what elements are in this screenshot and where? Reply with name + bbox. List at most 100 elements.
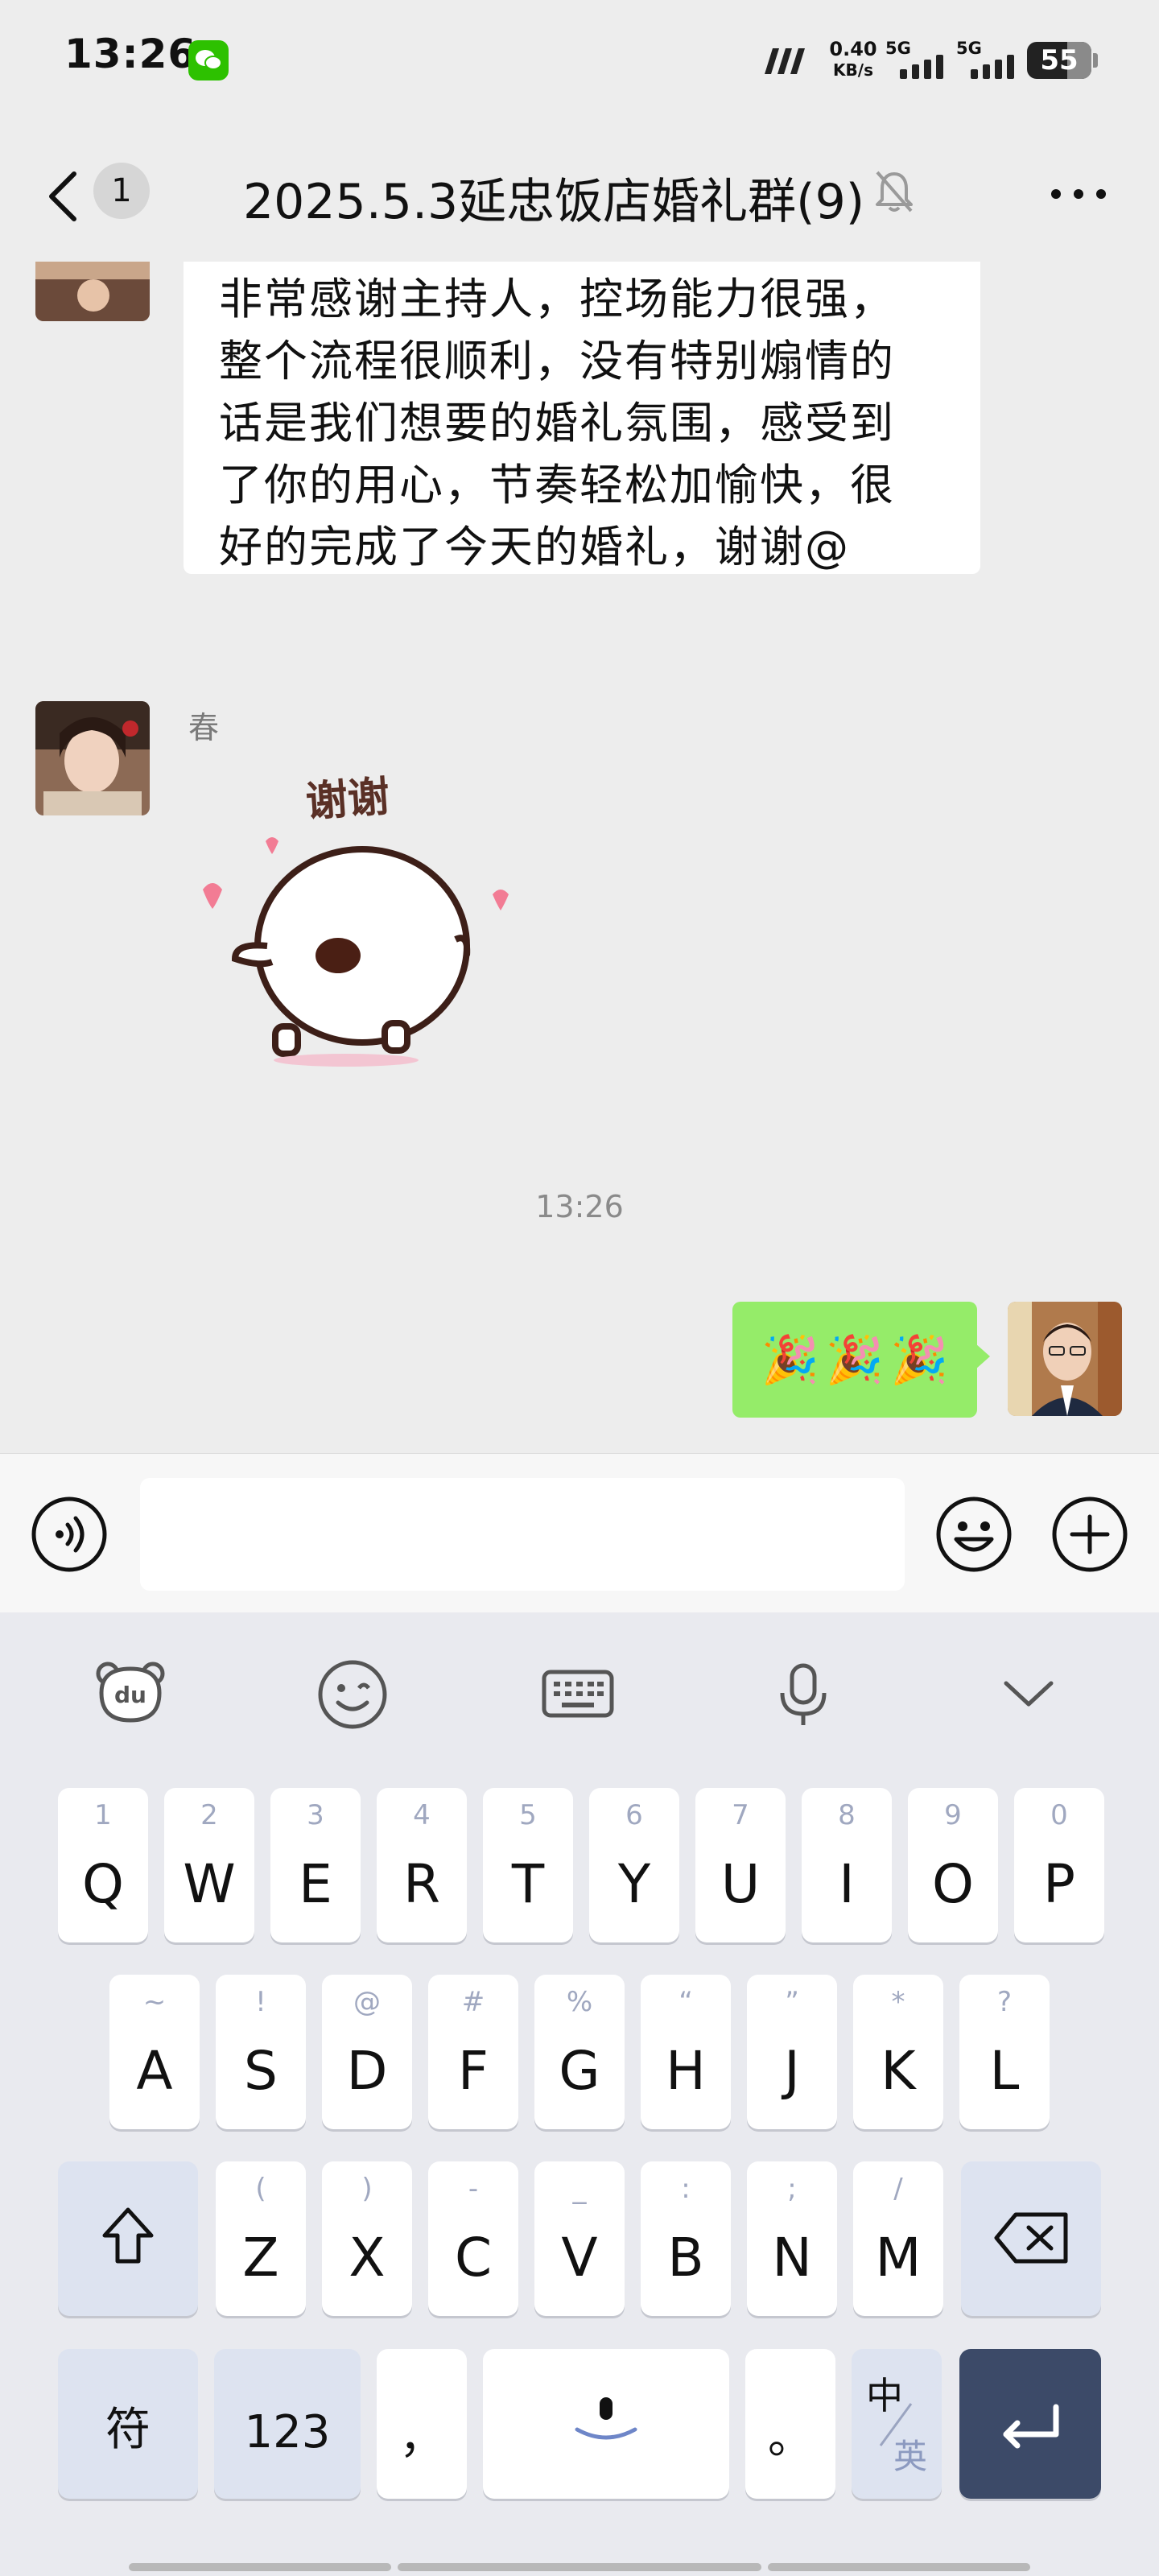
key-u[interactable]: 7U: [695, 1788, 786, 1942]
sender-name: 春: [188, 710, 220, 745]
key-label: H: [666, 2040, 706, 2102]
enter-icon: [1003, 2404, 1059, 2449]
my-avatar[interactable]: [1008, 1302, 1122, 1416]
more-options-icon[interactable]: [1046, 174, 1111, 214]
key-q[interactable]: 1Q: [58, 1788, 148, 1942]
numbers-key[interactable]: 123: [214, 2349, 361, 2499]
key-hint: ”: [785, 1986, 799, 2018]
key-hint: ?: [996, 1986, 1013, 2018]
sender-avatar[interactable]: [35, 701, 150, 815]
key-s[interactable]: ! S: [216, 1975, 306, 2129]
key-o[interactable]: 9O: [908, 1788, 998, 1942]
key-hint: :: [681, 2173, 691, 2205]
emoji-panel-icon[interactable]: [312, 1653, 393, 1733]
message-line: 话是我们想要的婚礼氛围，感受到: [219, 398, 895, 448]
message-list[interactable]: 非常感谢主持人，控场能力很强， 整个流程很顺利，没有特别煽情的 话是我们想要的婚…: [0, 262, 1159, 1453]
key-k[interactable]: * K: [853, 1975, 943, 2129]
key-label: B: [667, 2227, 704, 2289]
key-c[interactable]: -C: [428, 2161, 518, 2316]
key-label: L: [989, 2040, 1020, 2102]
wechat-notification-icon: [188, 40, 229, 80]
period-key-label: 。: [768, 2412, 813, 2464]
voice-input-icon[interactable]: [31, 1496, 108, 1573]
backspace-key[interactable]: [961, 2161, 1101, 2316]
chat-header: 1 2025.5.3延忠饭店婚礼群(9): [0, 121, 1159, 262]
message-input[interactable]: [140, 1478, 905, 1591]
battery-tip: [1093, 53, 1098, 68]
thanks-sticker[interactable]: 谢谢: [193, 753, 531, 1364]
key-label: A: [136, 2040, 173, 2102]
key-f[interactable]: # F: [428, 1975, 518, 2129]
network-speed-value: 0.40: [829, 38, 877, 60]
mute-bell-icon: [876, 171, 913, 213]
sender-avatar[interactable]: [35, 262, 150, 321]
key-t[interactable]: 5T: [483, 1788, 573, 1942]
key-hint: 8: [838, 1799, 856, 1831]
message-text: 非常感谢主持人，控场能力很强， 整个流程很顺利，没有特别煽情的 话是我们想要的婚…: [219, 268, 967, 578]
key-label: E: [299, 1853, 332, 1915]
key-d[interactable]: @ D: [322, 1975, 412, 2129]
key-label: I: [839, 1853, 855, 1915]
baidu-bear-icon[interactable]: du: [90, 1653, 171, 1733]
key-label: R: [403, 1853, 440, 1915]
microphone-icon[interactable]: [763, 1653, 843, 1733]
message-line: 好的完成了今天的婚礼，谢谢@: [219, 522, 850, 572]
language-switch-key[interactable]: 中 英: [852, 2349, 942, 2499]
plus-icon[interactable]: [1051, 1496, 1128, 1573]
key-b[interactable]: :B: [641, 2161, 731, 2316]
key-label: X: [349, 2227, 386, 2289]
shift-key[interactable]: [58, 2161, 198, 2316]
key-j[interactable]: ” J: [747, 1975, 837, 2129]
sent-message-bubble[interactable]: 🎉 🎉 🎉: [732, 1302, 990, 1418]
key-r[interactable]: 4R: [377, 1788, 467, 1942]
comma-key[interactable]: ，: [377, 2349, 467, 2499]
key-e[interactable]: 3E: [270, 1788, 361, 1942]
key-y[interactable]: 6Y: [589, 1788, 679, 1942]
symbols-key[interactable]: 符: [58, 2349, 198, 2499]
backspace-icon: [994, 2212, 1068, 2264]
key-hint: 0: [1050, 1799, 1068, 1831]
key-hint: @: [353, 1986, 381, 2018]
key-n[interactable]: ; N: [747, 2161, 837, 2316]
key-hint: %: [566, 1986, 593, 2018]
status-bar: 13:26 0.40 KB/s 5G 5G 55: [0, 0, 1159, 121]
key-hint: ): [361, 2173, 373, 2205]
key-label: F: [458, 2040, 489, 2102]
chat-title[interactable]: 2025.5.3延忠饭店婚礼群(9): [243, 163, 864, 233]
unread-count-badge[interactable]: 1: [93, 163, 150, 219]
key-hint: -: [468, 2173, 479, 2205]
key-hint: !: [255, 1986, 266, 2018]
sim2-signal-icon: 5G: [956, 39, 1021, 82]
home-indicator: [398, 2563, 761, 2571]
key-i[interactable]: 8I: [802, 1788, 892, 1942]
key-label: J: [784, 2040, 800, 2102]
keyboard-layout-icon[interactable]: [538, 1653, 618, 1733]
key-label: T: [511, 1853, 545, 1915]
numbers-key-label: 123: [244, 2406, 331, 2458]
period-key[interactable]: 。: [745, 2349, 835, 2499]
key-w[interactable]: 2W: [164, 1788, 254, 1942]
battery-level: 55: [1040, 44, 1079, 76]
collapse-keyboard-icon[interactable]: [988, 1653, 1069, 1733]
key-a[interactable]: ~ A: [109, 1975, 200, 2129]
key-p[interactable]: 0P: [1014, 1788, 1104, 1942]
back-button[interactable]: [39, 164, 87, 229]
enter-key[interactable]: [959, 2349, 1101, 2499]
party-popper-emoji: 🎉: [890, 1331, 949, 1387]
message-line: 整个流程很顺利，没有特别煽情的: [219, 336, 895, 386]
space-key[interactable]: [483, 2349, 729, 2499]
key-m[interactable]: / M: [853, 2161, 943, 2316]
battery-icon: 55: [1027, 42, 1091, 79]
key-label: G: [559, 2040, 600, 2102]
key-z[interactable]: (Z: [216, 2161, 306, 2316]
key-v[interactable]: _ V: [534, 2161, 625, 2316]
status-time: 13:26: [64, 31, 197, 77]
emoji-icon[interactable]: [935, 1496, 1013, 1573]
comma-key-label: ，: [399, 2412, 444, 2464]
key-g[interactable]: % G: [534, 1975, 625, 2129]
key-h[interactable]: “H: [641, 1975, 731, 2129]
key-l[interactable]: ? L: [959, 1975, 1050, 2129]
key-hint: 5: [519, 1799, 537, 1831]
key-x[interactable]: ) X: [322, 2161, 412, 2316]
key-label: N: [772, 2227, 812, 2289]
